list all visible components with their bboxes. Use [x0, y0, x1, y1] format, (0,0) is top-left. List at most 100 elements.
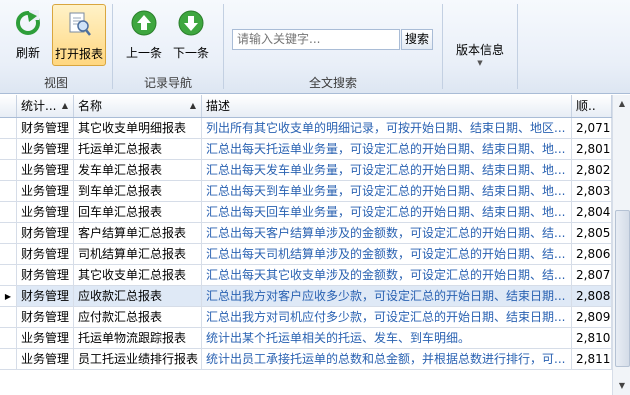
cell-num[interactable]: 2,807 [572, 265, 612, 286]
cell-cat[interactable]: 财务管理 [17, 286, 74, 307]
current-row-indicator-icon[interactable]: ▶ [0, 286, 17, 307]
search-field[interactable] [232, 29, 401, 50]
vertical-scrollbar[interactable]: ▲ ▼ [612, 95, 630, 395]
cell-desc[interactable]: 汇总出每天司机结算单涉及的金额数，可设定汇总的开始日期、结... [202, 244, 572, 265]
cell-cat[interactable]: 财务管理 [17, 265, 74, 286]
cell-name[interactable]: 司机结算单汇总报表 [74, 244, 202, 265]
cell-name[interactable]: 应付款汇总报表 [74, 307, 202, 328]
table-row[interactable]: 业务管理 回车单汇总报表 汇总出每天回车单业务量，可设定汇总的开始日期、结束日期、地… [0, 202, 612, 223]
row-indicator[interactable] [0, 244, 17, 265]
table-row[interactable]: 财务管理 司机结算单汇总报表 汇总出每天司机结算单涉及的金额数，可设定汇总的开始日期… [0, 244, 612, 265]
table-row[interactable]: 业务管理 发车单汇总报表 汇总出每天发车单业务量，可设定汇总的开始日期、结束日期、地… [0, 160, 612, 181]
cell-num[interactable]: 2,802 [572, 160, 612, 181]
table-row[interactable]: 财务管理 其它收支单汇总报表 汇总出每天其它收支单涉及的金额数，可设定汇总的开始日期… [0, 265, 612, 286]
column-header-name[interactable]: 名称 ▲ [74, 95, 202, 117]
header-indicator [0, 95, 17, 117]
cell-name[interactable]: 其它收支单明细报表 [74, 118, 202, 139]
cell-desc[interactable]: 汇总出我方对司机应付多少款，可设定汇总的开始日期、结束日期... [202, 307, 572, 328]
table-row[interactable]: 业务管理 托运单物流跟踪报表 统计出某个托运单相关的托运、发车、到车明细。 2,810 [0, 328, 612, 349]
refresh-icon [16, 10, 40, 35]
cell-desc[interactable]: 统计出某个托运单相关的托运、发车、到车明细。 [202, 328, 572, 349]
table-row[interactable]: 财务管理 客户结算单汇总报表 汇总出每天客户结算单涉及的金额数，可设定汇总的开始日期… [0, 223, 612, 244]
table-row[interactable]: 财务管理 其它收支单明细报表 列出所有其它收支单的明细记录，可按开始日期、结束日期、… [0, 118, 612, 139]
column-header-order[interactable]: 顺.. [572, 95, 612, 117]
previous-button[interactable]: 上一条 [122, 4, 166, 64]
grid-header: 统计... ▲ 名称 ▲ 描述 顺.. [0, 95, 612, 118]
cell-name[interactable]: 发车单汇总报表 [74, 160, 202, 181]
row-indicator[interactable] [0, 265, 17, 286]
search-input[interactable] [233, 30, 401, 47]
cell-num[interactable]: 2,808 [572, 286, 612, 307]
cell-cat[interactable]: 财务管理 [17, 244, 74, 265]
version-info-label: 版本信息 [455, 43, 504, 57]
cell-name[interactable]: 托运单物流跟踪报表 [74, 328, 202, 349]
row-indicator[interactable] [0, 223, 17, 244]
cell-desc[interactable]: 汇总出我方对客户应收多少款，可设定汇总的开始日期、结束日期... [202, 286, 572, 307]
row-indicator[interactable] [0, 160, 17, 181]
cell-name[interactable]: 员工托运业绩排行报表 [74, 349, 202, 370]
cell-name[interactable]: 应收款汇总报表 [74, 286, 202, 307]
column-header-description[interactable]: 描述 [202, 95, 572, 117]
cell-num[interactable]: 2,806 [572, 244, 612, 265]
cell-cat[interactable]: 业务管理 [17, 328, 74, 349]
column-header-label: 名称 [78, 99, 103, 113]
cell-name[interactable]: 托运单汇总报表 [74, 139, 202, 160]
cell-desc[interactable]: 汇总出每天其它收支单涉及的金额数，可设定汇总的开始日期、结... [202, 265, 572, 286]
cell-desc[interactable]: 汇总出每天客户结算单涉及的金额数，可设定汇总的开始日期、结... [202, 223, 572, 244]
search-button[interactable]: 搜索 [401, 29, 433, 50]
cell-num[interactable]: 2,810 [572, 328, 612, 349]
search-group-label: 全文搜索 [308, 76, 357, 90]
scroll-thumb[interactable] [615, 210, 630, 367]
sort-ascending-icon: ▲ [61, 101, 68, 110]
version-group: 版本信息 ▼ [443, 0, 517, 93]
table-row[interactable]: 业务管理 托运单汇总报表 汇总出每天托运单业务量，可设定汇总的开始日期、结束日期、地… [0, 139, 612, 160]
row-indicator[interactable] [0, 349, 17, 370]
cell-name[interactable]: 其它收支单汇总报表 [74, 265, 202, 286]
cell-desc[interactable]: 汇总出每天托运单业务量，可设定汇总的开始日期、结束日期、地... [202, 139, 572, 160]
cell-name[interactable]: 客户结算单汇总报表 [74, 223, 202, 244]
row-indicator[interactable] [0, 328, 17, 349]
cell-name[interactable]: 回车单汇总报表 [74, 202, 202, 223]
cell-num[interactable]: 2,804 [572, 202, 612, 223]
cell-cat[interactable]: 财务管理 [17, 307, 74, 328]
cell-desc[interactable]: 汇总出每天发车单业务量，可设定汇总的开始日期、结束日期、地... [202, 160, 572, 181]
open-report-button[interactable]: 打开报表 [52, 4, 106, 66]
next-button[interactable]: 下一条 [169, 4, 213, 64]
row-indicator[interactable] [0, 139, 17, 160]
cell-num[interactable]: 2,801 [572, 139, 612, 160]
scroll-up-icon[interactable]: ▲ [614, 96, 630, 112]
ribbon-toolbar: 刷新 打开报表 视图 上一条 下一条 记录导航 全文搜索 请输入关键字... 搜… [0, 0, 630, 94]
version-info-button[interactable]: 版本信息 ▼ [443, 41, 517, 68]
cell-cat[interactable]: 业务管理 [17, 349, 74, 370]
report-grid: 统计... ▲ 名称 ▲ 描述 顺.. 财务管理 其它收支单明细报表 列出所有其它收… [0, 95, 612, 395]
cell-name[interactable]: 到车单汇总报表 [74, 181, 202, 202]
cell-desc[interactable]: 列出所有其它收支单的明细记录，可按开始日期、结束日期、地区... [202, 118, 572, 139]
column-header-label: 描述 [206, 99, 231, 113]
cell-num[interactable]: 2,071 [572, 118, 612, 139]
cell-num[interactable]: 2,803 [572, 181, 612, 202]
table-row[interactable]: 财务管理 应付款汇总报表 汇总出我方对司机应付多少款，可设定汇总的开始日期、结束日期… [0, 307, 612, 328]
cell-desc[interactable]: 汇总出每天回车单业务量，可设定汇总的开始日期、结束日期、地... [202, 202, 572, 223]
scroll-down-icon[interactable]: ▼ [614, 378, 630, 394]
cell-cat[interactable]: 财务管理 [17, 223, 74, 244]
cell-num[interactable]: 2,809 [572, 307, 612, 328]
column-header-category[interactable]: 统计... ▲ [17, 95, 74, 117]
cell-cat[interactable]: 业务管理 [17, 139, 74, 160]
cell-desc[interactable]: 统计出员工承接托运单的总数和总金额，并根据总数进行排行，可... [202, 349, 572, 370]
cell-cat[interactable]: 业务管理 [17, 202, 74, 223]
cell-desc[interactable]: 汇总出每天到车单业务量，可设定汇总的开始日期、结束日期、地... [202, 181, 572, 202]
cell-cat[interactable]: 业务管理 [17, 181, 74, 202]
row-indicator[interactable] [0, 202, 17, 223]
table-row[interactable]: 业务管理 到车单汇总报表 汇总出每天到车单业务量，可设定汇总的开始日期、结束日期、地… [0, 181, 612, 202]
cell-cat[interactable]: 财务管理 [17, 118, 74, 139]
cell-num[interactable]: 2,811 [572, 349, 612, 370]
column-header-label: 顺.. [576, 99, 596, 113]
table-row[interactable]: ▶ 财务管理 应收款汇总报表 汇总出我方对客户应收多少款，可设定汇总的开始日期、结束日… [0, 286, 612, 307]
cell-cat[interactable]: 业务管理 [17, 160, 74, 181]
cell-num[interactable]: 2,805 [572, 223, 612, 244]
row-indicator[interactable] [0, 118, 17, 139]
table-row[interactable]: 业务管理 员工托运业绩排行报表 统计出员工承接托运单的总数和总金额，并根据总数进行排… [0, 349, 612, 370]
row-indicator[interactable] [0, 307, 17, 328]
refresh-button[interactable]: 刷新 [6, 4, 50, 64]
row-indicator[interactable] [0, 181, 17, 202]
